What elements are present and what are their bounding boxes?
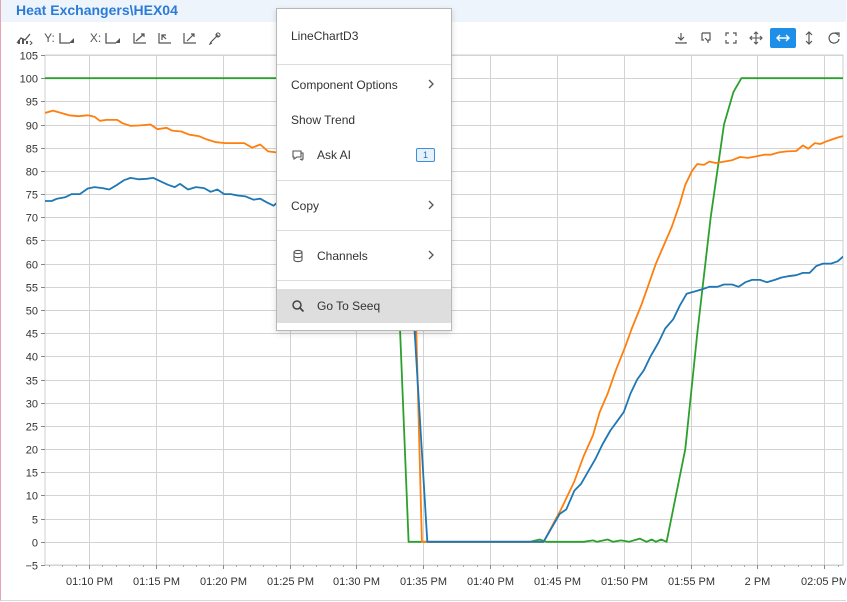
y-tick-label: 40 bbox=[26, 352, 38, 364]
menu-item-label: Copy bbox=[291, 199, 320, 213]
menu-item-show-trend[interactable]: Show Trend bbox=[277, 105, 451, 135]
x-tick-label: 01:55 PM bbox=[668, 576, 715, 588]
reset-icon[interactable] bbox=[825, 28, 843, 48]
menu-item-component-options[interactable]: Component Options bbox=[277, 70, 451, 100]
y-tick-label: 105 bbox=[20, 51, 38, 63]
y-axis: −5 0 5 10 15 20 25 30 35 40 45 50 55 60 65 70 75 80 85 90 95… bbox=[20, 51, 45, 573]
menu-item-channels[interactable]: Channels bbox=[277, 241, 451, 271]
x-tick-label: 01:15 PM bbox=[133, 576, 180, 588]
x-tick-label: 01:45 PM bbox=[534, 576, 581, 588]
y-tick-label: 60 bbox=[26, 260, 38, 272]
download-icon[interactable] bbox=[672, 28, 690, 48]
y-tick-label: 25 bbox=[26, 422, 38, 434]
menu-divider bbox=[277, 64, 451, 65]
y-axis-button[interactable]: Y: bbox=[42, 28, 78, 48]
pan-icon[interactable] bbox=[747, 28, 765, 48]
x-tick-label: 01:25 PM bbox=[267, 576, 314, 588]
pan-vertical-icon[interactable] bbox=[800, 28, 818, 48]
y-tick-label: 35 bbox=[26, 376, 38, 388]
menu-item-go-to-seeq[interactable]: Go To Seeq bbox=[277, 289, 451, 323]
chart-options-icon[interactable] bbox=[15, 28, 35, 48]
menu-item-label: Component Options bbox=[291, 78, 398, 92]
context-menu: LineChartD3 Component Options Show Trend… bbox=[276, 8, 452, 331]
y-tick-label: 70 bbox=[26, 213, 38, 225]
chevron-right-icon bbox=[428, 250, 434, 260]
search-icon bbox=[292, 300, 305, 313]
chart-panel: Heat Exchangers\HEX04 Y: X: −5 0 5 10 15… bbox=[0, 0, 846, 601]
menu-title: LineChartD3 bbox=[291, 29, 359, 43]
copy-image-icon[interactable] bbox=[697, 28, 715, 48]
x-tick-label: 2 PM bbox=[745, 576, 771, 588]
y-tick-label: 80 bbox=[26, 167, 38, 179]
y-tick-label: 75 bbox=[26, 190, 38, 202]
brush-icon[interactable] bbox=[206, 28, 224, 48]
y-tick-label: 95 bbox=[26, 97, 38, 109]
y-axis-icon bbox=[59, 33, 74, 44]
y-tick-label: 55 bbox=[26, 283, 38, 295]
menu-item-label: Show Trend bbox=[291, 113, 356, 127]
x-tick-label: 02:05 PM bbox=[801, 576, 846, 588]
zoom-box-icon[interactable] bbox=[131, 28, 149, 48]
menu-divider bbox=[277, 280, 451, 281]
menu-divider bbox=[277, 230, 451, 231]
x-axis-button[interactable]: X: bbox=[88, 28, 124, 48]
x-tick-label: 01:20 PM bbox=[200, 576, 247, 588]
chevron-right-icon bbox=[428, 200, 434, 210]
y-tick-label: 45 bbox=[26, 329, 38, 341]
x-axis-icon bbox=[105, 33, 121, 44]
pan-horizontal-icon[interactable] bbox=[770, 28, 796, 48]
x-tick-label: 01:35 PM bbox=[400, 576, 447, 588]
chevron-right-icon bbox=[428, 79, 434, 89]
chat-icon bbox=[292, 150, 304, 161]
panel-title: Heat Exchangers\HEX04 bbox=[16, 2, 178, 18]
menu-item-label: Go To Seeq bbox=[317, 299, 381, 313]
y-tick-label: 50 bbox=[26, 306, 38, 318]
y-tick-label: 20 bbox=[26, 445, 38, 457]
x-tick-label: 01:30 PM bbox=[333, 576, 380, 588]
database-icon bbox=[293, 249, 303, 263]
zoom-x-icon[interactable] bbox=[156, 28, 174, 48]
x-tick-label: 01:50 PM bbox=[601, 576, 648, 588]
y-tick-label: 85 bbox=[26, 144, 38, 156]
x-tick-label: 01:10 PM bbox=[66, 576, 113, 588]
y-tick-label: 5 bbox=[32, 515, 38, 527]
x-tick-label: 01:40 PM bbox=[467, 576, 514, 588]
menu-item-ask-ai[interactable]: Ask AI 1 bbox=[277, 140, 451, 170]
y-tick-label: 100 bbox=[20, 74, 38, 86]
y-axis-label: Y: bbox=[44, 31, 55, 45]
y-tick-label: 15 bbox=[26, 468, 38, 480]
y-tick-label: 30 bbox=[26, 399, 38, 411]
auto-scale-icon[interactable] bbox=[181, 28, 199, 48]
y-tick-label: 65 bbox=[26, 236, 38, 248]
count-badge: 1 bbox=[416, 148, 435, 162]
menu-divider bbox=[277, 180, 451, 181]
menu-item-label: Channels bbox=[317, 249, 368, 263]
x-axis-label: X: bbox=[89, 31, 102, 45]
x-axis: 01:10 PM 01:15 PM 01:20 PM 01:25 PM 01:30 PM… bbox=[49, 565, 846, 588]
fullscreen-icon[interactable] bbox=[722, 28, 740, 48]
menu-item-label: Ask AI bbox=[317, 148, 352, 162]
menu-item-copy[interactable]: Copy bbox=[277, 191, 451, 221]
y-tick-label: −5 bbox=[25, 561, 38, 573]
y-tick-label: 0 bbox=[32, 538, 38, 550]
y-tick-label: 90 bbox=[26, 121, 38, 133]
y-tick-label: 10 bbox=[26, 491, 38, 503]
